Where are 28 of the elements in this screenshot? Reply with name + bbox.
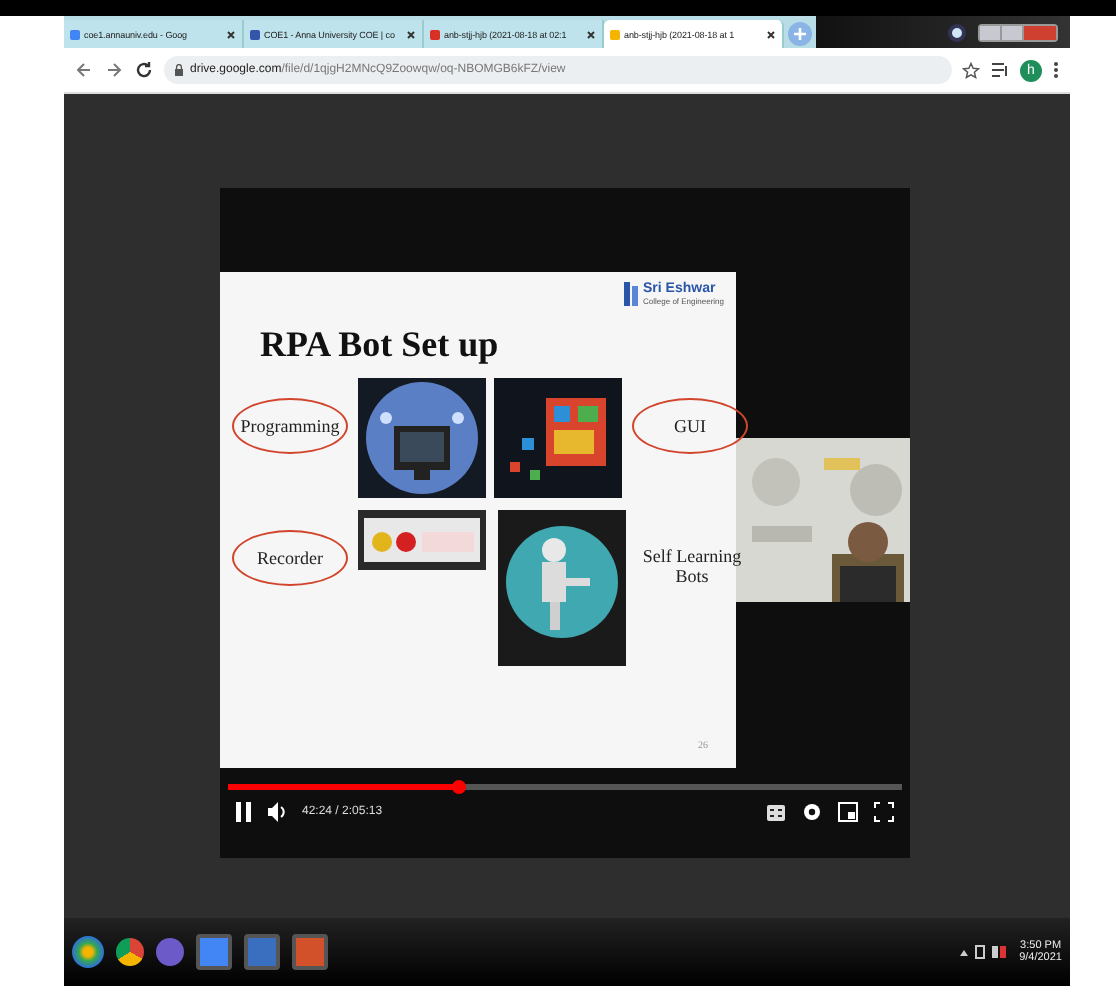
window-buttons[interactable]	[978, 23, 1058, 41]
captions-icon[interactable]	[766, 803, 786, 821]
close-icon[interactable]	[406, 29, 416, 39]
fullscreen-icon[interactable]	[874, 802, 894, 822]
close-icon[interactable]	[226, 29, 236, 39]
volume-icon[interactable]	[268, 802, 286, 822]
logo-icon	[621, 280, 640, 308]
reload-icon[interactable]	[134, 60, 154, 80]
slide-title: RPA Bot Set up	[260, 324, 499, 366]
miniplayer-icon[interactable]	[838, 802, 858, 822]
slide-label: Self Learning Bots	[640, 544, 744, 590]
taskbar-app-icon[interactable]	[116, 938, 144, 966]
menu-icon[interactable]	[1052, 60, 1060, 80]
circled-label: Programming	[232, 398, 348, 454]
close-icon[interactable]	[766, 29, 776, 39]
star-icon[interactable]	[962, 61, 980, 79]
lock-icon	[174, 64, 184, 76]
forward-icon[interactable]	[104, 60, 124, 80]
circled-label: Recorder	[232, 530, 348, 586]
progress-handle[interactable]	[451, 780, 466, 794]
media-icon[interactable]	[990, 60, 1010, 80]
close-icon[interactable]	[586, 29, 596, 39]
back-icon[interactable]	[74, 60, 94, 80]
pause-icon[interactable]	[236, 802, 252, 822]
settings-icon[interactable]	[802, 802, 822, 822]
start-button[interactable]	[72, 936, 104, 968]
extension-icon[interactable]	[948, 23, 966, 41]
tray-icons[interactable]	[959, 944, 1008, 960]
